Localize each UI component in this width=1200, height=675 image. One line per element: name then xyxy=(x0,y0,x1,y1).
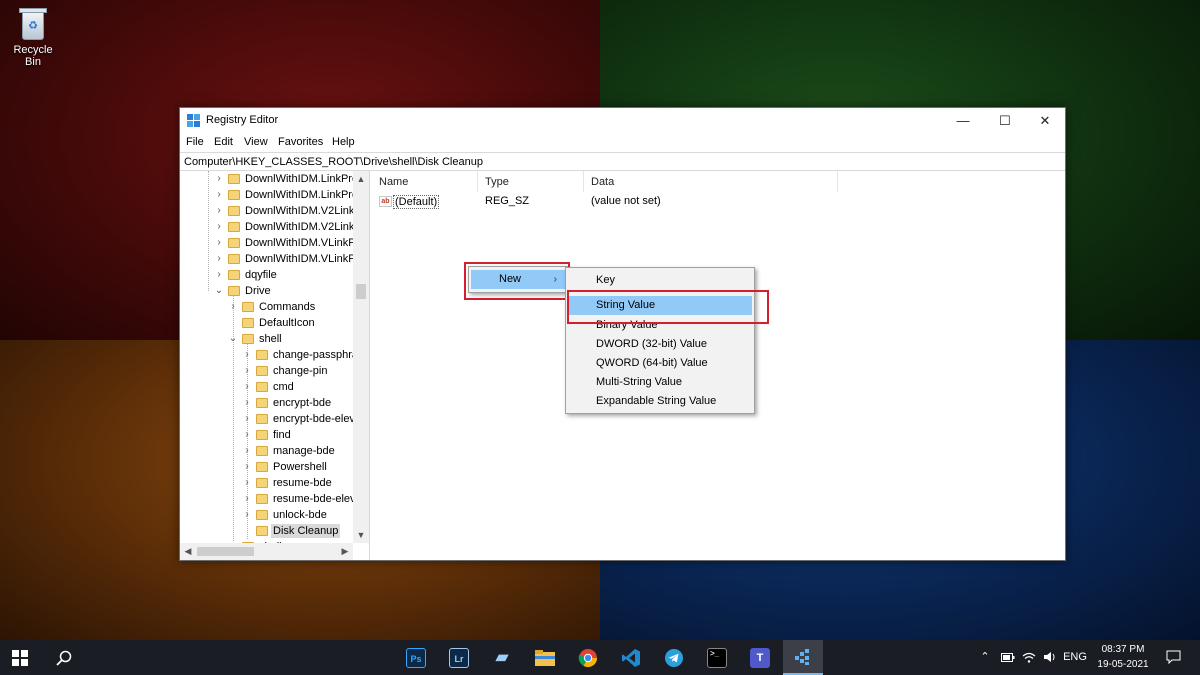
lightroom-taskbar-button[interactable]: Lr xyxy=(439,640,479,675)
scroll-up-icon[interactable]: ▲ xyxy=(353,171,369,187)
recycle-bin-label: Recycle Bin xyxy=(13,44,53,68)
action-center-button[interactable] xyxy=(1162,640,1184,675)
volume-icon[interactable] xyxy=(1041,640,1059,675)
menu-bar: File Edit View Favorites Help xyxy=(180,134,1065,152)
menu-view[interactable]: View xyxy=(244,136,268,148)
value-row[interactable]: ab (Default) REG_SZ (value not set) xyxy=(372,194,1065,210)
clock-date: 19-05-2021 xyxy=(1097,659,1149,670)
lightroom-icon: Lr xyxy=(449,647,469,668)
input-language[interactable]: ENG xyxy=(1062,640,1088,675)
vscode-icon xyxy=(622,648,640,667)
minimize-icon: — xyxy=(956,113,970,128)
windows-logo-icon xyxy=(12,649,28,666)
registry-editor-taskbar-button[interactable] xyxy=(783,640,823,675)
recycle-bin-shortcut[interactable]: ♻ Recycle Bin xyxy=(4,6,62,68)
menu-file[interactable]: File xyxy=(186,136,204,148)
telegram-taskbar-button[interactable] xyxy=(654,640,694,675)
photoshop-taskbar-button[interactable]: Ps xyxy=(396,640,436,675)
chrome-taskbar-button[interactable] xyxy=(568,640,608,675)
column-header-type[interactable]: Type xyxy=(478,171,584,192)
minimize-button[interactable]: — xyxy=(943,108,983,134)
photoshop-icon: Ps xyxy=(406,647,426,668)
window-title: Registry Editor xyxy=(206,114,279,126)
start-button[interactable] xyxy=(0,640,40,675)
telegram-icon xyxy=(665,648,683,667)
value-type: REG_SZ xyxy=(485,195,530,207)
close-icon: ✕ xyxy=(1039,113,1051,128)
scroll-thumb[interactable] xyxy=(356,284,366,299)
menu-item-dword-value[interactable]: DWORD (32-bit) Value xyxy=(568,335,752,354)
search-button[interactable] xyxy=(44,640,84,675)
wifi-icon[interactable] xyxy=(1020,640,1038,675)
show-hidden-icons-icon[interactable]: ⌃ xyxy=(977,640,993,675)
recycle-bin-icon: ♻ xyxy=(18,6,48,40)
menu-item-multi-string-value[interactable]: Multi-String Value xyxy=(568,373,752,392)
title-bar[interactable]: Registry Editor — ☐ ✕ xyxy=(180,108,1065,134)
highlight-annotation-string-value xyxy=(567,290,769,324)
maximize-icon: ☐ xyxy=(999,113,1011,128)
notification-icon xyxy=(1166,650,1180,665)
battery-icon[interactable] xyxy=(999,640,1017,675)
device-icon: ▰ xyxy=(495,648,509,666)
highlight-annotation-new xyxy=(464,262,570,300)
chrome-icon xyxy=(578,648,597,667)
maximize-button[interactable]: ☐ xyxy=(985,108,1025,134)
key-tree-pane: › DownlWithIDM.LinkPro › DownlWithIDM.Link… xyxy=(180,171,370,560)
vscode-taskbar-button[interactable] xyxy=(611,640,651,675)
close-button[interactable]: ✕ xyxy=(1025,108,1065,134)
value-name: (Default) xyxy=(393,195,440,209)
file-explorer-taskbar-button[interactable] xyxy=(525,640,565,675)
key-tree: › DownlWithIDM.LinkPro › DownlWithIDM.Link… xyxy=(180,171,353,543)
tree-horizontal-scrollbar[interactable]: ◀ ▶ xyxy=(180,543,353,560)
teams-icon: T xyxy=(750,647,770,668)
scroll-thumb[interactable] xyxy=(197,547,254,556)
taskbar: Ps Lr ▰ >_ T ⌃ ENG 08:37 PM 19-05-2021 xyxy=(0,640,1200,675)
column-header-data[interactable]: Data xyxy=(584,171,838,192)
terminal-taskbar-button[interactable]: >_ xyxy=(697,640,737,675)
scroll-down-icon[interactable]: ▼ xyxy=(353,527,369,543)
tree-vertical-scrollbar[interactable]: ▲ ▼ xyxy=(353,171,369,543)
terminal-icon: >_ xyxy=(707,647,727,668)
search-icon xyxy=(56,650,72,666)
scroll-left-icon[interactable]: ◀ xyxy=(180,543,196,560)
menu-item-key[interactable]: Key xyxy=(568,271,752,290)
column-header-name[interactable]: Name xyxy=(372,171,478,192)
string-value-icon: ab xyxy=(379,196,392,207)
gadget-taskbar-button[interactable]: ▰ xyxy=(482,640,522,675)
teams-taskbar-button[interactable]: T xyxy=(740,640,780,675)
clock-time: 08:37 PM xyxy=(1101,644,1145,655)
menu-edit[interactable]: Edit xyxy=(214,136,233,148)
file-explorer-icon xyxy=(535,649,555,666)
address-bar[interactable]: Computer\HKEY_CLASSES_ROOT\Drive\shell\D… xyxy=(180,152,1065,171)
clock[interactable]: 08:37 PM 19-05-2021 xyxy=(1086,642,1160,672)
registry-editor-icon xyxy=(187,114,200,127)
registry-editor-icon xyxy=(795,648,809,665)
menu-help[interactable]: Help xyxy=(332,136,355,148)
value-data: (value not set) xyxy=(591,195,661,207)
menu-favorites[interactable]: Favorites xyxy=(278,136,323,148)
menu-item-qword-value[interactable]: QWORD (64-bit) Value xyxy=(568,354,752,373)
scroll-right-icon[interactable]: ▶ xyxy=(337,543,353,560)
menu-item-expandable-string-value[interactable]: Expandable String Value xyxy=(568,392,752,411)
